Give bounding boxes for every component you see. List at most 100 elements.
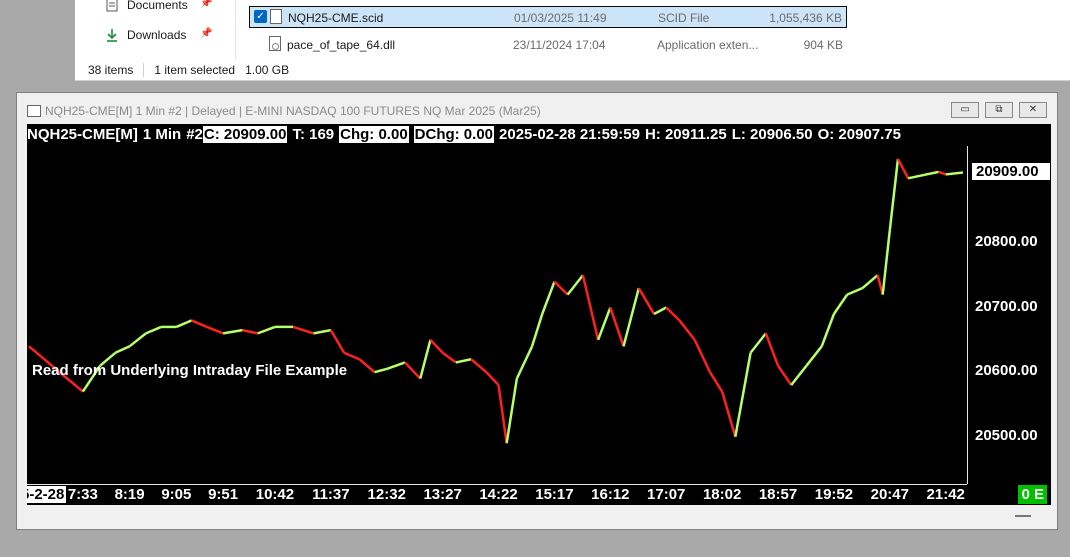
selected-count: 1 item selected: [154, 63, 236, 77]
price-segment: [175, 319, 193, 329]
price-axis-separator: [967, 146, 968, 484]
price-segment: [374, 367, 388, 374]
file-icon: [270, 9, 282, 24]
time-axis-label: 18:02: [702, 486, 742, 503]
status-separator: [143, 63, 145, 77]
file-type: Application exten...: [657, 38, 759, 52]
close-button[interactable]: ✕: [1019, 102, 1047, 118]
price-segment: [429, 338, 444, 354]
header-ticks: T: 169: [292, 125, 335, 143]
file-name: NQH25-CME.scid: [288, 11, 384, 25]
time-axis-label: 7:33: [67, 486, 98, 503]
time-axis-label: 14:22: [479, 486, 518, 503]
selected-size: 1.00 GB: [245, 63, 290, 77]
time-axis-label: 18:57: [758, 486, 798, 503]
price-segment: [764, 332, 780, 367]
price-segment: [358, 358, 376, 374]
price-segment: [470, 358, 488, 374]
time-axis-label: 9:51: [208, 486, 239, 503]
price-segment: [419, 339, 432, 379]
header-chart-number: #2: [186, 125, 203, 143]
price-axis-label: 20500.00: [975, 426, 1038, 444]
header-high: H: 20911.25: [644, 125, 727, 143]
chart-header: NQH25-CME[M] 1 Min #2 C: 20909.00 T: 169…: [27, 124, 901, 144]
price-segment: [776, 364, 793, 386]
header-change: Chg: 0.00: [339, 125, 409, 143]
time-axis-label: 17:07: [647, 486, 686, 503]
restore-button[interactable]: ⧉: [985, 102, 1013, 118]
price-plot[interactable]: [27, 124, 967, 484]
price-segment: [907, 173, 924, 180]
price-axis-label: 20800.00: [975, 232, 1038, 250]
chart-title-bar[interactable]: NQH25-CME[M] 1 Min #2 | Delayed | E-MINI…: [17, 93, 1057, 123]
price-segment: [515, 345, 534, 380]
item-count: 38 items: [88, 63, 134, 77]
price-segment: [708, 371, 724, 393]
price-segment: [609, 307, 625, 347]
price-segment: [313, 328, 332, 335]
nav-item-downloads[interactable]: Downloads: [105, 24, 186, 46]
time-axis-label: 16:12: [591, 486, 630, 503]
price-segment: [128, 332, 147, 348]
price-segment: [485, 371, 500, 386]
price-segment: [888, 158, 900, 231]
price-segment: [386, 361, 406, 371]
time-axis-label: 11:37: [312, 486, 350, 503]
price-segment: [678, 319, 696, 341]
last-price-label: 20909.00: [971, 162, 1051, 182]
file-row[interactable]: pace_of_tape_64.dll 23/11/2024 17:04 App…: [249, 34, 847, 56]
price-axis-label: 20700.00: [975, 297, 1038, 315]
price-segment: [805, 345, 823, 367]
price-segment: [896, 158, 910, 179]
price-segment: [329, 329, 346, 354]
header-interval: 1 Min: [142, 125, 182, 143]
dll-file-icon: [269, 36, 281, 51]
header-close: C: 20909.00: [202, 125, 288, 143]
time-axis-label: 13:27: [423, 486, 462, 503]
price-segment: [242, 328, 258, 335]
time-axis-label: 9:05: [161, 486, 192, 503]
price-segment: [653, 306, 667, 316]
time-axis-label: 15:17: [535, 486, 574, 503]
resize-grip-icon[interactable]: [1015, 515, 1031, 517]
price-segment: [145, 325, 162, 335]
price-segment: [257, 325, 276, 335]
nav-item-documents[interactable]: Documents: [105, 0, 188, 16]
file-name: pace_of_tape_64.dll: [287, 38, 396, 52]
time-axis-label: 19:52: [814, 486, 854, 503]
price-segment: [938, 170, 947, 176]
price-segment: [505, 378, 519, 444]
price-segment: [114, 345, 131, 354]
nav-item-label: Documents: [127, 0, 188, 12]
file-row-selected[interactable]: ✓ NQH25-CME.scid 01/03/2025 11:49 SCID F…: [249, 6, 847, 28]
navigation-pane: Documents 📌 Downloads 📌: [75, 0, 230, 60]
pin-icon: 📌: [200, 28, 213, 39]
price-segment: [693, 339, 712, 373]
price-chart[interactable]: NQH25-CME[M] 1 Min #2 C: 20909.00 T: 169…: [27, 124, 1051, 505]
price-segment: [622, 287, 641, 347]
pin-icon: 📌: [200, 0, 213, 9]
downloads-icon: [105, 28, 119, 42]
price-segment: [191, 319, 208, 329]
pane-divider[interactable]: [235, 0, 236, 60]
price-segment: [222, 328, 243, 335]
checkbox-checked-icon[interactable]: ✓: [254, 10, 267, 23]
price-segment: [28, 345, 46, 361]
price-segment: [581, 274, 600, 341]
file-type: SCID File: [658, 11, 710, 25]
price-segment: [790, 364, 808, 386]
file-size: 1,055,436 KB: [769, 11, 842, 25]
price-segment: [206, 325, 224, 335]
header-low: L: 20906.50: [731, 125, 813, 143]
price-segment: [404, 361, 422, 380]
header-open: O: 20907.75: [817, 125, 901, 143]
price-segment: [553, 280, 569, 296]
price-segment: [530, 313, 544, 347]
price-segment: [881, 229, 892, 295]
file-size: 904 KB: [803, 38, 843, 52]
time-axis[interactable]: 5-2-28 7:33 8:19 9:05 9:51 10:42 11:37 12:32 13…: [27, 485, 967, 505]
file-explorer-window: Documents 📌 Downloads 📌 ✓ NQH25-CME.scid…: [75, 0, 1070, 81]
minimize-button[interactable]: ▭: [951, 102, 979, 118]
price-axis-label: 20600.00: [975, 362, 1038, 380]
chart-window-icon: [27, 105, 41, 117]
